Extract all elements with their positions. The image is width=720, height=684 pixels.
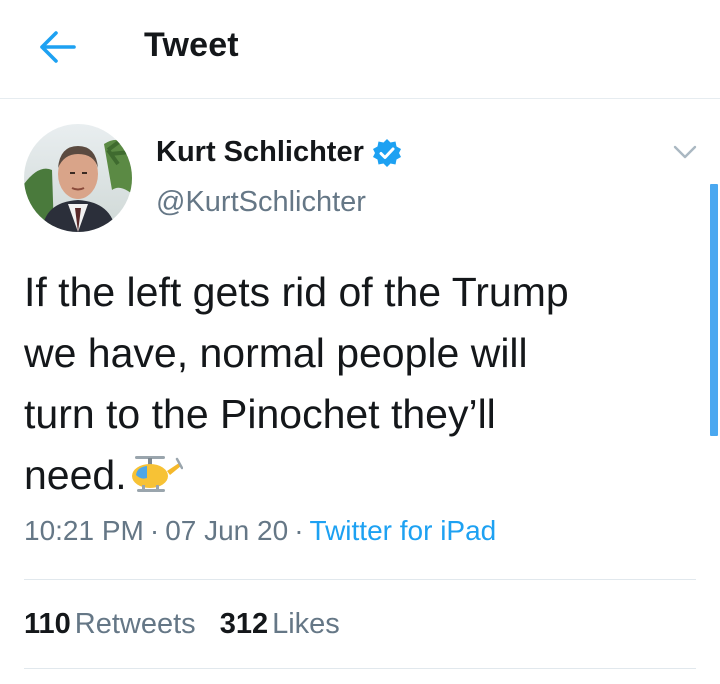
top-bar: Tweet [0, 0, 720, 99]
helicopter-icon [131, 456, 183, 492]
verified-badge-icon [372, 138, 401, 167]
retweets-stat[interactable]: 110 Retweets [24, 608, 196, 640]
tweet-line-last: need. [24, 445, 704, 506]
retweets-label: Retweets [74, 608, 196, 640]
tweet-line: turn to the Pinochet they’ll [24, 391, 496, 437]
tweet-time: 10:21 PM [24, 515, 144, 546]
retweets-count: 110 [24, 608, 71, 640]
divider [24, 579, 696, 580]
scrollbar[interactable] [710, 184, 718, 436]
likes-label: Likes [272, 608, 340, 640]
likes-count: 312 [219, 608, 269, 640]
likes-stat[interactable]: 312 Likes [220, 608, 340, 640]
chevron-down-icon[interactable] [672, 142, 698, 162]
avatar[interactable] [24, 124, 132, 232]
tweet-line: need. [24, 452, 127, 498]
author-name[interactable]: Kurt Schlichter [156, 136, 364, 169]
tweet-line: If the left gets rid of the Trump [24, 269, 569, 315]
divider [24, 668, 696, 669]
page-title: Tweet [144, 26, 239, 64]
tweet-source-link[interactable]: Twitter for iPad [310, 515, 497, 546]
tweet-line: we have, normal people will [24, 330, 528, 376]
meta-separator: · [294, 515, 304, 546]
tweet-stats: 110 Retweets 312 Likes [24, 608, 340, 641]
arrow-left-icon[interactable] [34, 27, 78, 67]
tweet-text: If the left gets rid of the Trump we hav… [24, 262, 704, 506]
tweet-meta: 10:21 PM · 07 Jun 20 · Twitter for iPad [24, 515, 496, 547]
author-handle[interactable]: @KurtSchlichter [156, 186, 366, 219]
meta-separator: · [149, 515, 160, 546]
tweet-date: 07 Jun 20 [165, 515, 289, 546]
author-row[interactable]: Kurt Schlichter [156, 136, 402, 169]
